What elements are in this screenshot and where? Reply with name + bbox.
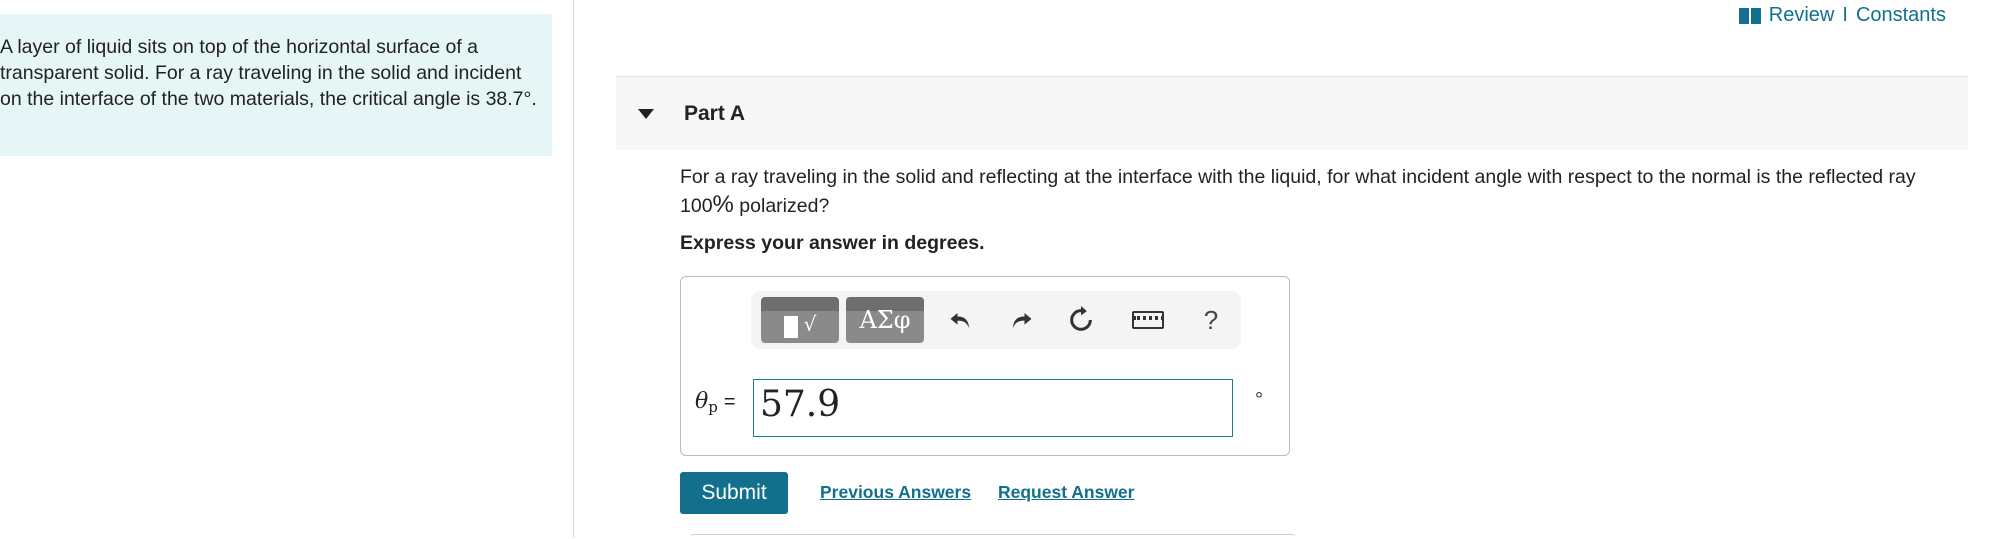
question-text: For a ray traveling in the solid and ref… bbox=[680, 163, 1960, 220]
undo-icon[interactable] bbox=[943, 305, 979, 335]
caret-down-icon[interactable] bbox=[638, 108, 654, 119]
keyboard-glyph bbox=[1132, 311, 1164, 329]
part-title: Part A bbox=[684, 101, 746, 125]
answer-input[interactable]: 57.9 bbox=[753, 379, 1233, 437]
math-toolbar: √ ΑΣφ ? bbox=[751, 291, 1241, 349]
square-icon bbox=[783, 316, 798, 338]
greek-symbols-button[interactable]: ΑΣφ bbox=[846, 297, 924, 343]
greek-label: ΑΣφ bbox=[859, 306, 911, 334]
book-icon bbox=[1738, 7, 1761, 24]
variable-label: θp = bbox=[695, 389, 736, 416]
question-percent: % bbox=[712, 191, 734, 218]
feedback-box-edge bbox=[690, 534, 1296, 539]
answer-box: √ ΑΣφ ? θp = 57.9 ° bbox=[680, 276, 1290, 456]
submit-button[interactable]: Submit bbox=[680, 472, 788, 514]
part-a-header[interactable]: Part A bbox=[616, 76, 1968, 150]
question-before: For a ray traveling in the solid and ref… bbox=[680, 166, 1916, 217]
link-separator: I bbox=[1842, 4, 1848, 26]
instruction-text: Express your answer in degrees. bbox=[680, 232, 985, 254]
review-link[interactable]: Review bbox=[1769, 4, 1835, 27]
constants-link[interactable]: Constants bbox=[1856, 4, 1946, 27]
keyboard-icon[interactable] bbox=[1123, 305, 1173, 335]
variable-symbol: θ bbox=[695, 389, 709, 414]
problem-text: A layer of liquid sits on top of the hor… bbox=[0, 36, 537, 110]
degree-unit: ° bbox=[1255, 389, 1263, 411]
equals-sign: = bbox=[723, 391, 736, 413]
templates-button[interactable]: √ bbox=[761, 297, 839, 343]
question-after: polarized? bbox=[733, 195, 830, 217]
variable-subscript: p bbox=[708, 398, 718, 416]
help-button[interactable]: ? bbox=[1193, 305, 1229, 335]
request-answer-link[interactable]: Request Answer bbox=[998, 482, 1134, 503]
redo-icon[interactable] bbox=[1003, 305, 1039, 335]
previous-answers-link[interactable]: Previous Answers bbox=[820, 482, 971, 503]
review-constants-links: Review I Constants bbox=[1738, 4, 1946, 27]
problem-statement: A layer of liquid sits on top of the hor… bbox=[0, 14, 552, 156]
panel-divider bbox=[573, 0, 574, 538]
radical-icon: √ bbox=[803, 312, 817, 336]
reset-icon[interactable] bbox=[1063, 305, 1099, 335]
